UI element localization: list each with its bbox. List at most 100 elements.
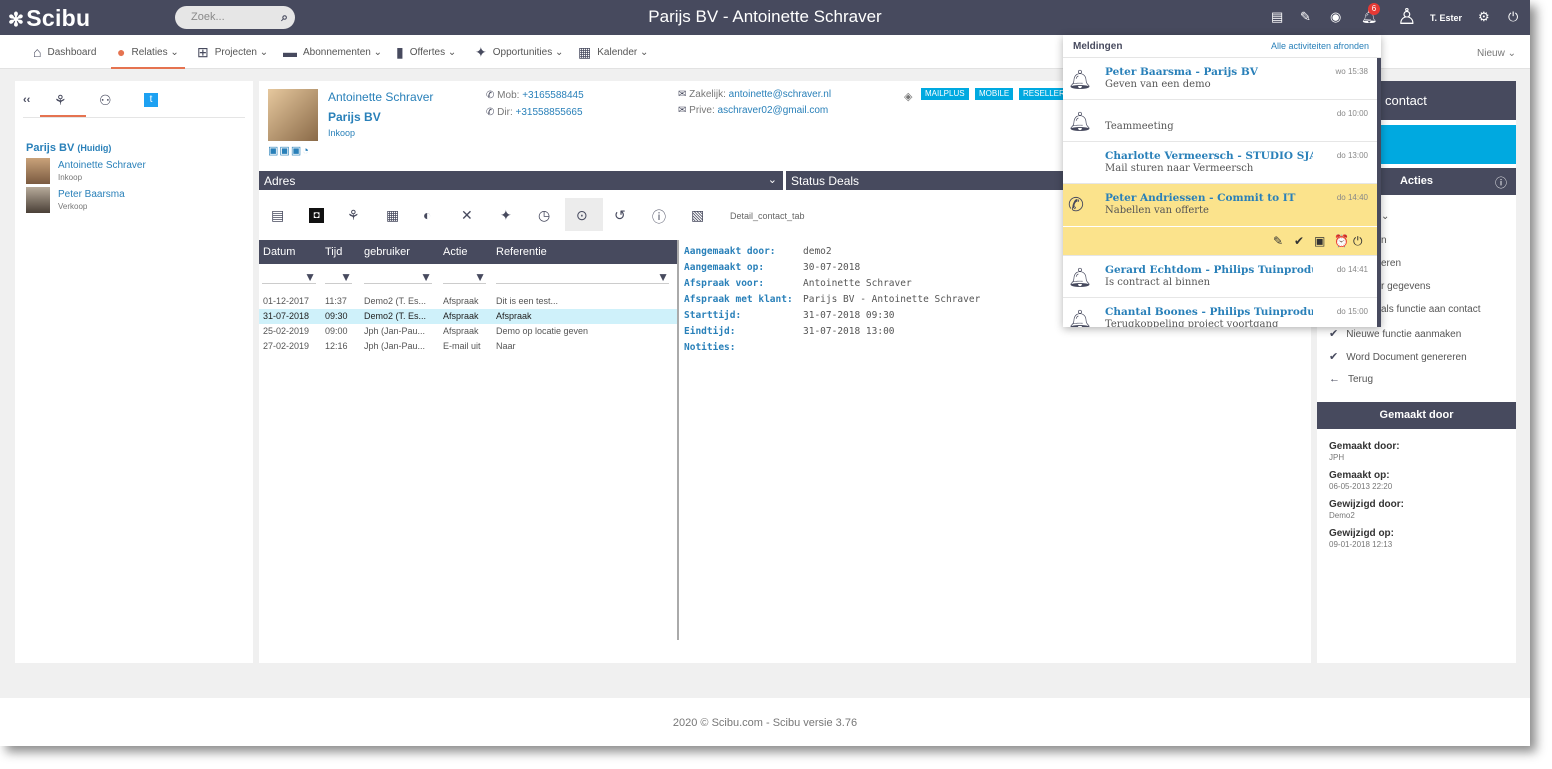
address-section[interactable]: Adres ⌄ xyxy=(259,171,783,190)
filter-gebruiker[interactable]: ▼ xyxy=(364,270,432,284)
pencil-icon[interactable]: ✎ xyxy=(1273,234,1283,248)
contact-name[interactable]: Antoinette Schraver xyxy=(328,90,433,104)
briefcase-icon[interactable]: ▣ xyxy=(1314,234,1325,248)
settings-icon[interactable]: ⚙ xyxy=(1478,9,1490,25)
check-icon[interactable]: ✔ xyxy=(1294,234,1304,248)
notification-time: do 14:40 xyxy=(1336,193,1368,202)
table-row-selected[interactable]: 31-07-2018 09:30 Demo2 (T. Es... Afspraak Af… xyxy=(259,309,677,324)
tag-badge[interactable]: RESELLER xyxy=(1019,88,1069,100)
nav-kalender[interactable]: ▦ Kalender ⌄ xyxy=(578,44,648,69)
action-word-document[interactable]: ✔ Word Document genereren xyxy=(1329,350,1467,363)
tab-moon-icon[interactable]: ◐ xyxy=(423,207,431,223)
notification-item[interactable]: 🔔︎ Gerard Echtdom - Philips Tuinproduc...… xyxy=(1063,256,1377,298)
scrollbar[interactable] xyxy=(1377,58,1381,327)
chevron-down-icon: ⌄ xyxy=(767,174,777,186)
table-row[interactable]: 25-02-2019 09:00 Jph (Jan-Pau... Afspraak De… xyxy=(259,324,677,339)
action-item[interactable]: n xyxy=(1381,235,1387,246)
action-item[interactable]: eren xyxy=(1381,258,1401,269)
column-header[interactable]: Referentie xyxy=(496,246,547,258)
work-email-link[interactable]: antoinette@schraver.nl xyxy=(729,89,831,100)
power-icon[interactable]: ⏻ xyxy=(1353,234,1363,249)
column-header[interactable]: Datum xyxy=(263,246,295,258)
action-back[interactable]: ← Terug xyxy=(1329,373,1373,385)
action-item[interactable]: ⌄ xyxy=(1381,211,1389,222)
tab-calculator-icon[interactable]: ▦ xyxy=(386,207,399,224)
filter-icon[interactable]: ▼ xyxy=(657,270,669,284)
tab-document-icon[interactable]: ▧ xyxy=(691,207,704,224)
detail-label: Aangemaakt op: xyxy=(684,262,765,273)
column-header[interactable]: gebruiker xyxy=(364,246,410,258)
private-email-link[interactable]: aschraver02@gmail.com xyxy=(718,105,829,116)
tab-notes-icon[interactable]: ▤ xyxy=(271,207,284,224)
person-item[interactable]: Antoinette Schraver Inkoop xyxy=(26,158,246,184)
action-new-function[interactable]: ✔ Nieuwe functie aanmaken xyxy=(1329,327,1461,340)
notification-item[interactable]: 🔔︎ Chantal Boones - Philips Tuinproduct..… xyxy=(1063,298,1377,327)
direct-number[interactable]: +31558855665 xyxy=(516,107,583,118)
collapse-button[interactable]: ‹‹ xyxy=(23,94,30,106)
notification-item[interactable]: 🔔︎ Peter Baarsma - Parijs BV Geven van een… xyxy=(1063,58,1377,100)
info-icon[interactable]: ⓘ xyxy=(1495,174,1507,191)
tab-info-icon[interactable]: ⓘ xyxy=(652,207,666,227)
filter-icon[interactable]: ▼ xyxy=(474,270,486,284)
nav-abonnementen[interactable]: ▬ Abonnementen ⌄ xyxy=(283,44,382,69)
tab-people-icon[interactable]: ⚇ xyxy=(99,92,112,109)
mobile-number[interactable]: +3165588445 xyxy=(522,90,583,101)
tab-label[interactable]: Detail_contact_tab xyxy=(730,211,805,221)
snooze-icon[interactable]: ⏰ xyxy=(1334,234,1349,248)
filter-tijd[interactable]: ▼ xyxy=(325,270,352,284)
filter-icon[interactable]: ▼ xyxy=(340,270,352,284)
detail-label: Afspraak met klant: xyxy=(684,294,793,305)
notification-item-active[interactable]: ✆ Peter Andriessen - Commit to IT Nabellen… xyxy=(1063,184,1377,226)
power-icon[interactable]: ⏻ xyxy=(1508,9,1518,25)
twitter-icon[interactable]: ▣ xyxy=(268,145,279,157)
filter-datum[interactable]: ▼ xyxy=(262,270,316,284)
tag-badge[interactable]: MOBILE xyxy=(975,88,1014,100)
person-name[interactable]: Peter Baarsma xyxy=(58,189,125,200)
new-dropdown[interactable]: Nieuw ⌄ xyxy=(1477,48,1516,59)
tab-handshake-icon[interactable]: ✦ xyxy=(500,207,512,224)
meta-value: Demo2 xyxy=(1329,511,1355,520)
nav-dashboard[interactable]: ⌂ Dashboard xyxy=(33,44,96,69)
user-name[interactable]: T. Ester xyxy=(1430,13,1462,23)
nav-relaties[interactable]: ● Relaties ⌄ xyxy=(111,44,185,69)
filter-actie[interactable]: ▼ xyxy=(443,270,486,284)
person-item[interactable]: Peter Baarsma Verkoop xyxy=(26,187,246,213)
filter-icon[interactable]: ▼ xyxy=(304,270,316,284)
meta-item: Gemaakt op: 06-05-2013 22:20 xyxy=(1329,470,1392,491)
twitter-icon[interactable]: t xyxy=(144,93,158,107)
action-item[interactable]: r gegevens xyxy=(1381,281,1430,292)
tab-tools-icon[interactable]: ✕ xyxy=(461,207,473,224)
tab-contact-card-icon[interactable]: ◘ xyxy=(309,208,324,223)
action-item[interactable]: als functie aan contact xyxy=(1381,304,1481,315)
filter-referentie[interactable]: ▼ xyxy=(496,270,669,284)
notes-icon[interactable]: ▤ xyxy=(1271,9,1283,25)
nav-offertes[interactable]: ▮ Offertes ⌄ xyxy=(396,44,456,69)
facebook-icon[interactable]: ▣ xyxy=(291,145,302,157)
column-header[interactable]: Tijd xyxy=(325,246,342,258)
tab-hierarchy-icon[interactable]: ⚘ xyxy=(54,92,67,109)
complete-all-link[interactable]: Alle activiteiten afronden xyxy=(1271,41,1369,51)
bell-icon: 🔔︎ xyxy=(1068,70,1093,91)
tab-history-icon[interactable]: ↺ xyxy=(614,207,626,224)
eye-icon[interactable]: ◉ xyxy=(1330,9,1341,25)
splitter-handle[interactable] xyxy=(677,240,679,640)
notification-item[interactable]: Charlotte Vermeersch - STUDIO SJA... Mail… xyxy=(1063,142,1377,184)
notification-item[interactable]: 🔔︎ Teammeeting do 10:00 xyxy=(1063,100,1377,142)
table-row[interactable]: 27-02-2019 12:16 Jph (Jan-Pau... E-mail uit… xyxy=(259,339,677,354)
user-avatar-icon[interactable]: ♙ xyxy=(1397,4,1417,30)
outlook-icon[interactable]: ◔ xyxy=(302,145,310,157)
contact-company[interactable]: Parijs BV xyxy=(328,110,381,124)
tab-more-icon[interactable]: ⊙ xyxy=(576,207,588,224)
tab-hierarchy-icon[interactable]: ⚘ xyxy=(347,207,360,224)
edit-icon[interactable]: ✎ xyxy=(1300,9,1311,25)
company-link[interactable]: Parijs BV (Huidig) xyxy=(26,142,111,154)
filter-icon[interactable]: ▼ xyxy=(420,270,432,284)
column-header[interactable]: Actie xyxy=(443,246,467,258)
nav-projecten[interactable]: ⊞ Projecten ⌄ xyxy=(197,44,268,69)
nav-opportunities[interactable]: ✦ Opportunities ⌄ xyxy=(475,44,563,69)
person-name[interactable]: Antoinette Schraver xyxy=(58,160,146,171)
tag-badge[interactable]: MAILPLUS xyxy=(921,88,969,100)
linkedin-icon[interactable]: ▣ xyxy=(279,145,290,157)
table-row[interactable]: 01-12-2017 11:37 Demo2 (T. Es... Afspraak Di… xyxy=(259,294,677,309)
tab-clock-icon[interactable]: ◷ xyxy=(538,207,550,224)
